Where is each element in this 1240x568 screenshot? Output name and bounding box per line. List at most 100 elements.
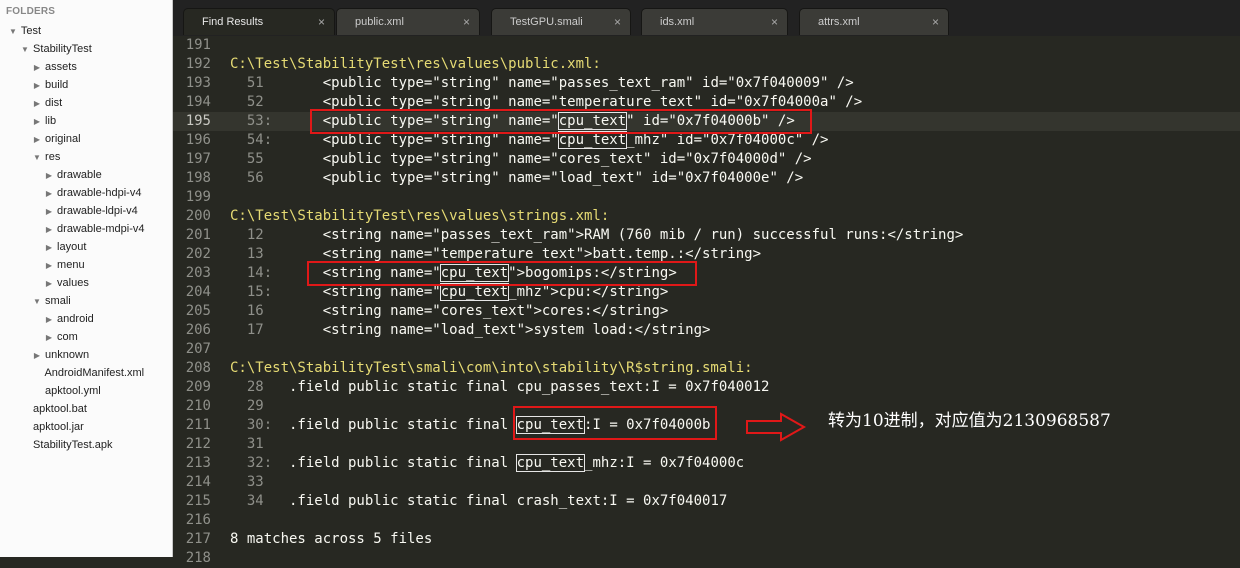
tree-item[interactable]: ▼ Test xyxy=(0,22,172,40)
close-icon[interactable]: × xyxy=(463,9,470,36)
triangle-down-icon[interactable]: ▼ xyxy=(20,41,30,59)
match-summary: 8 matches across 5 files xyxy=(230,531,433,547)
code-text: _mhz:I = 0x7f04000c xyxy=(584,455,745,471)
tree-item[interactable]: ▶ lib xyxy=(0,112,172,130)
tree-item-label: build xyxy=(42,79,69,91)
line-number: 200 xyxy=(185,208,211,224)
close-icon[interactable]: × xyxy=(614,9,621,36)
find-results-editor[interactable]: 191 192 C:\Test\StabilityTest\res\values\p… xyxy=(173,36,1240,566)
source-line-number: 56 xyxy=(230,170,281,186)
tree-item-label: layout xyxy=(54,241,87,253)
code-text: .field public static final crash_text:I … xyxy=(280,493,728,509)
tree-item[interactable]: ▶ assets xyxy=(0,58,172,76)
triangle-right-icon[interactable]: ▶ xyxy=(32,113,42,131)
triangle-right-icon[interactable]: ▶ xyxy=(44,239,54,257)
code-line: 209 28 .field public static final cpu_pa… xyxy=(173,378,1240,397)
triangle-down-icon[interactable]: ▼ xyxy=(32,149,42,167)
tree-item-label: com xyxy=(54,331,78,343)
source-line-number: 53: xyxy=(230,113,281,129)
result-file-path[interactable]: C:\Test\StabilityTest\res\values\public.… xyxy=(230,56,601,72)
line-content: 33 xyxy=(230,473,264,492)
code-line: 193 51 <public type="string" name="passe… xyxy=(173,74,1240,93)
tree-item-label: drawable-ldpi-v4 xyxy=(54,205,138,217)
source-line-number: 29 xyxy=(230,398,264,414)
tree-item[interactable]: ▶ original xyxy=(0,130,172,148)
tree-item[interactable]: ▼ res xyxy=(0,148,172,166)
triangle-right-icon[interactable]: ▶ xyxy=(44,167,54,185)
close-icon[interactable]: × xyxy=(932,9,939,36)
tree-item-label: original xyxy=(42,133,81,145)
tree-item[interactable]: ▶ StabilityTest.apk xyxy=(0,436,172,454)
highlight-box xyxy=(513,406,717,440)
triangle-down-icon[interactable]: ▼ xyxy=(32,293,42,311)
triangle-right-icon[interactable]: ▶ xyxy=(44,311,54,329)
line-number: 218 xyxy=(185,550,211,566)
tab[interactable]: attrs.xml × xyxy=(799,8,949,35)
triangle-right-icon[interactable]: ▶ xyxy=(44,185,54,203)
tree-item-label: assets xyxy=(42,61,77,73)
code-line: 192 C:\Test\StabilityTest\res\values\publ… xyxy=(173,55,1240,74)
triangle-right-icon[interactable]: ▶ xyxy=(44,257,54,275)
tab[interactable]: TestGPU.smali × xyxy=(491,8,631,35)
triangle-right-icon[interactable]: ▶ xyxy=(32,59,42,77)
tree-item[interactable]: ▶ android xyxy=(0,310,172,328)
triangle-right-icon[interactable]: ▶ xyxy=(32,77,42,95)
tree-item[interactable]: ▶ AndroidManifest.xml xyxy=(0,364,172,382)
line-content: C:\Test\StabilityTest\res\values\public.… xyxy=(230,55,601,74)
code-text: .field public static final cpu_passes_te… xyxy=(280,379,770,395)
line-content: 34 .field public static final crash_text… xyxy=(230,492,727,511)
tree-item[interactable]: ▶ values xyxy=(0,274,172,292)
tree-item[interactable]: ▶ apktool.yml xyxy=(0,382,172,400)
annotation-text: 转为10进制，对应值为2130968587 xyxy=(828,411,1111,431)
tree-item-label: res xyxy=(42,151,61,163)
close-icon[interactable]: × xyxy=(771,9,778,36)
code-line: 201 12 <string name="passes_text_ram">RA… xyxy=(173,226,1240,245)
line-number: 209 xyxy=(185,379,211,395)
tree-item[interactable]: ▶ drawable-hdpi-v4 xyxy=(0,184,172,202)
tree-item-label: Test xyxy=(18,25,42,37)
line-number: 208 xyxy=(185,360,211,376)
tree-item-label: apktool.bat xyxy=(30,403,87,415)
tree-item[interactable]: ▶ drawable-ldpi-v4 xyxy=(0,202,172,220)
triangle-right-icon[interactable]: ▶ xyxy=(32,95,42,113)
tree-item-label: menu xyxy=(54,259,85,271)
triangle-right-icon[interactable]: ▶ xyxy=(32,131,42,149)
tree-item[interactable]: ▶ apktool.bat xyxy=(0,400,172,418)
tab[interactable]: Find Results × xyxy=(183,8,335,35)
tab[interactable]: public.xml × xyxy=(336,8,480,35)
tree-item[interactable]: ▶ drawable-mdpi-v4 xyxy=(0,220,172,238)
tab-bar: Find Results × public.xml × TestGPU.smali × id… xyxy=(173,0,1240,36)
triangle-right-icon[interactable]: ▶ xyxy=(32,347,42,365)
code-line: 198 56 <public type="string" name="load_… xyxy=(173,169,1240,188)
tree-item[interactable]: ▶ drawable xyxy=(0,166,172,184)
tab[interactable]: ids.xml × xyxy=(641,8,788,35)
triangle-right-icon[interactable]: ▶ xyxy=(44,221,54,239)
code-line: 215 34 .field public static final crash_… xyxy=(173,492,1240,511)
search-match[interactable]: cpu_text xyxy=(439,283,510,301)
tree-item[interactable]: ▼ StabilityTest xyxy=(0,40,172,58)
code-line: 207 xyxy=(173,340,1240,359)
code-text: .field public static final xyxy=(280,417,517,433)
tree-item[interactable]: ▶ unknown xyxy=(0,346,172,364)
line-number: 191 xyxy=(185,37,211,53)
search-match[interactable]: cpu_text xyxy=(557,131,628,149)
result-file-path[interactable]: C:\Test\StabilityTest\res\values\strings… xyxy=(230,208,609,224)
tree-item[interactable]: ▶ apktool.jar xyxy=(0,418,172,436)
code-text: .field public static final xyxy=(280,455,517,471)
triangle-right-icon[interactable]: ▶ xyxy=(44,203,54,221)
triangle-down-icon[interactable]: ▼ xyxy=(8,23,18,41)
tree-item[interactable]: ▶ com xyxy=(0,328,172,346)
tree-item[interactable]: ▼ smali xyxy=(0,292,172,310)
search-match[interactable]: cpu_text xyxy=(515,454,586,472)
triangle-right-icon[interactable]: ▶ xyxy=(44,329,54,347)
triangle-right-icon[interactable]: ▶ xyxy=(44,275,54,293)
close-icon[interactable]: × xyxy=(318,9,325,36)
tree-item[interactable]: ▶ menu xyxy=(0,256,172,274)
code-line: 218 xyxy=(173,549,1240,568)
result-file-path[interactable]: C:\Test\StabilityTest\smali\com\into\sta… xyxy=(230,360,753,376)
line-number: 206 xyxy=(185,322,211,338)
tree-item[interactable]: ▶ dist xyxy=(0,94,172,112)
tab-label: ids.xml xyxy=(660,16,695,28)
tree-item[interactable]: ▶ layout xyxy=(0,238,172,256)
tree-item[interactable]: ▶ build xyxy=(0,76,172,94)
